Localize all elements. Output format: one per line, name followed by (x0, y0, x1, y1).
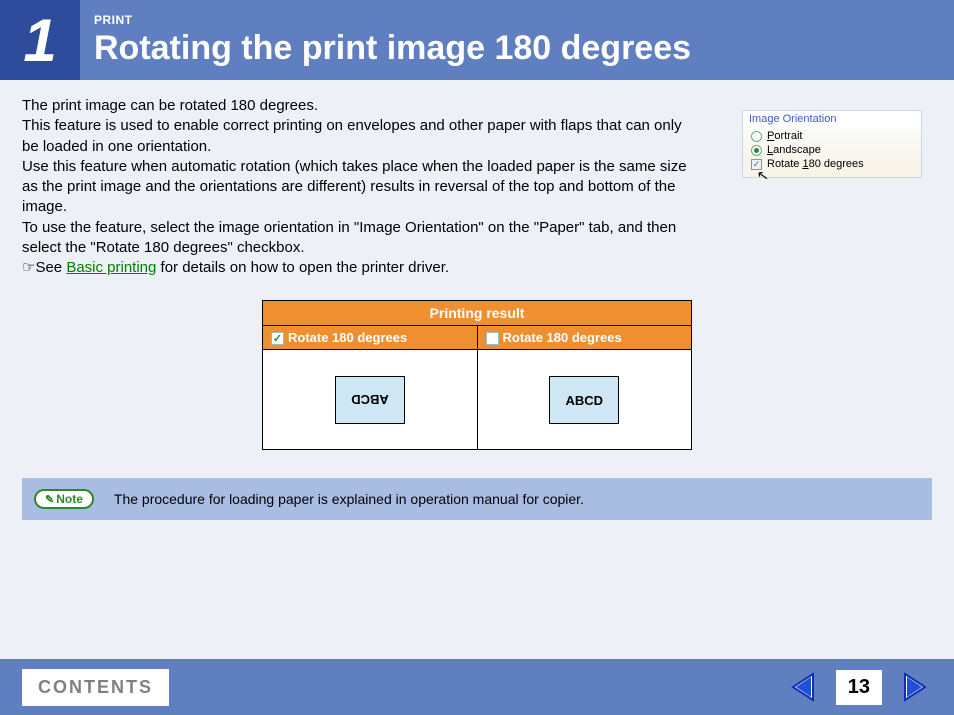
prev-page-button[interactable] (786, 669, 822, 705)
see-suffix: for details on how to open the printer d… (156, 259, 449, 276)
paragraph-1: The print image can be rotated 180 degre… (22, 96, 692, 116)
footer-bar: CONTENTS 13 (0, 659, 954, 715)
basic-printing-link[interactable]: Basic printing (66, 259, 156, 276)
nav-cluster: 13 (786, 669, 932, 705)
orientation-option-rotate180[interactable]: ✓ Rotate 180 degrees ↖ (743, 157, 921, 171)
column-header-checked: ✓Rotate 180 degrees (263, 326, 478, 350)
radio-icon (751, 131, 762, 142)
printing-result-table: Printing result ✓Rotate 180 degrees Rota… (262, 300, 692, 450)
see-line: ☞See Basic printing for details on how t… (22, 258, 692, 278)
arrow-right-icon (899, 672, 929, 702)
next-page-button[interactable] (896, 669, 932, 705)
page-title: Rotating the print image 180 degrees (94, 29, 691, 68)
option-label: Portrait (767, 130, 802, 142)
orientation-option-landscape[interactable]: Landscape (743, 143, 921, 157)
arrow-left-icon (789, 672, 819, 702)
option-label: Rotate 180 degrees (767, 158, 864, 170)
image-orientation-panel: Image Orientation Portrait Landscape ✓ R… (742, 110, 922, 178)
unchecked-checkbox-icon (486, 332, 499, 345)
page-number: 13 (836, 670, 882, 705)
content-area: The print image can be rotated 180 degre… (0, 80, 954, 520)
paragraph-4: To use the feature, select the image ori… (22, 218, 692, 259)
sample-rotated-cell: ABCD (263, 350, 478, 450)
header-titles: PRINT Rotating the print image 180 degre… (80, 0, 691, 80)
paragraph-2: This feature is used to enable correct p… (22, 116, 692, 157)
contents-button[interactable]: CONTENTS (22, 669, 169, 706)
note-badge: Note (34, 489, 94, 509)
orientation-option-portrait[interactable]: Portrait (743, 129, 921, 143)
note-text: The procedure for loading paper is expla… (114, 491, 584, 507)
sample-normal: ABCD (549, 376, 619, 424)
section-number: 1 (0, 0, 80, 80)
sample-normal-cell: ABCD (477, 350, 692, 450)
option-label: Landscape (767, 144, 821, 156)
sample-rotated: ABCD (335, 376, 405, 424)
radio-icon (751, 145, 762, 156)
checkbox-icon: ✓ (751, 159, 762, 170)
header-band: 1 PRINT Rotating the print image 180 deg… (0, 0, 954, 80)
body-text: The print image can be rotated 180 degre… (22, 96, 692, 278)
note-bar: Note The procedure for loading paper is … (22, 478, 932, 520)
paragraph-3: Use this feature when automatic rotation… (22, 157, 692, 218)
table-header: Printing result (263, 301, 692, 326)
checked-checkbox-icon: ✓ (271, 332, 284, 345)
pointer-icon: ☞See (22, 259, 66, 276)
column-header-unchecked: Rotate 180 degrees (477, 326, 692, 350)
panel-title: Image Orientation (743, 111, 921, 129)
section-category: PRINT (94, 13, 691, 27)
